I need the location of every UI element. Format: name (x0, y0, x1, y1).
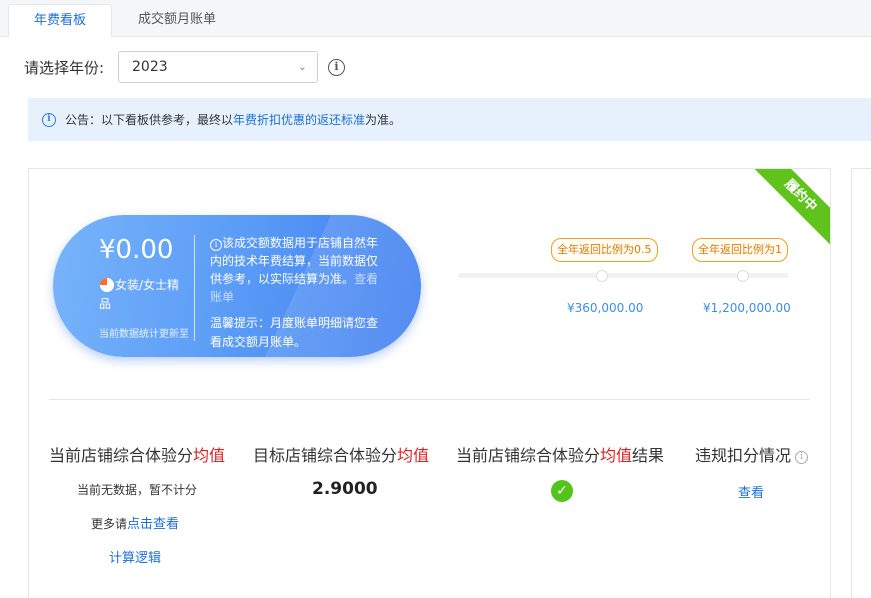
title-prefix: 目标店铺综合体验分 (253, 446, 398, 465)
stat-update-note: 当前数据统计更新至 (99, 329, 189, 340)
current-avg-no-data: 当前无数据，暂不计分 (77, 483, 198, 497)
status-ribbon: 履约中 (748, 169, 830, 248)
result-title: 当前店铺综合体验分均值结果 (456, 442, 664, 466)
tab-monthly-bill[interactable]: 成交额月账单 (122, 4, 232, 37)
tab-annual-fee-board[interactable]: 年费看板 (8, 4, 112, 37)
current-avg-title: 当前店铺综合体验分均值 (49, 442, 225, 466)
year-label: 请选择年份: (24, 59, 105, 77)
transaction-amount: ¥0.00 (99, 235, 174, 265)
description-text: 该成交额数据用于店铺自然年内的技术年费结算，当前数据仅供参考，以实际结算为准。 (210, 236, 379, 286)
target-avg-value: 2.9000 (312, 479, 378, 499)
title-highlight: 均值 (193, 446, 226, 465)
milestone-tag-1: 全年返回比例为1 (692, 238, 788, 262)
click-view-link[interactable]: 点击查看 (127, 517, 179, 532)
more-prefix: 更多请 (91, 517, 128, 531)
notice-text: 公告：以下看板供参考，最终以年费折扣优惠的返还标准为准。 (65, 111, 401, 128)
notice-banner: i 公告：以下看板供参考，最终以年费折扣优惠的返还标准为准。 (28, 98, 871, 141)
title-highlight: 均值 (600, 446, 633, 465)
calc-logic-link[interactable]: 计算逻辑 (109, 547, 161, 566)
current-avg-more: 更多请点击查看 (91, 513, 179, 532)
violation-title-text: 违规扣分情况 (695, 446, 792, 465)
notice-suffix: 为准。 (365, 113, 402, 127)
side-card (851, 168, 871, 598)
year-select-value: 2023 (132, 59, 168, 75)
title-suffix: 结果 (632, 446, 665, 465)
info-icon[interactable]: i (795, 451, 809, 464)
notice-prefix: 公告：以下看板供参考，最终以 (65, 113, 234, 127)
title-highlight: 均值 (397, 446, 430, 465)
milestone-tag-0: 全年返回比例为0.5 (551, 238, 658, 262)
milestone-dot-0 (596, 270, 608, 282)
summary-description: i 该成交额数据用于店铺自然年内的技术年费结算，当前数据仅供参考，以实际结算为准。… (210, 234, 386, 306)
category-label: 女装/女士精品 (99, 278, 180, 311)
info-circle-icon[interactable]: i (328, 59, 345, 76)
milestone-value-0: ¥360,000.00 (567, 301, 644, 315)
info-icon: i (210, 239, 222, 251)
check-circle-icon: ✓ (551, 480, 573, 502)
chevron-down-icon: ⌄ (297, 60, 307, 73)
title-prefix: 当前店铺综合体验分 (456, 446, 601, 465)
target-avg-title: 目标店铺综合体验分均值 (253, 442, 429, 466)
summary-tip: 温馨提示：月度账单明细请您查看成交额月账单。 (210, 316, 379, 349)
year-select[interactable]: 2023 ⌄ (118, 51, 318, 83)
notice-link[interactable]: 年费折扣优惠的返还标准 (233, 113, 365, 127)
pill-divider (194, 235, 195, 341)
title-prefix: 当前店铺综合体验分 (49, 446, 194, 465)
section-divider (49, 399, 810, 400)
violation-title: 违规扣分情况 i (695, 442, 809, 466)
info-icon: i (42, 113, 56, 127)
tab-bar: 年费看板 成交额月账单 (0, 0, 871, 37)
milestone-dot-1 (737, 270, 749, 282)
summary-pill: ¥0.00 女装/女士精品 当前数据统计更新至 i 该成交额数据用于店铺自然年内的… (53, 215, 421, 357)
violation-view-link[interactable]: 查看 (738, 482, 764, 501)
milestone-value-1: ¥1,200,000.00 (703, 301, 791, 315)
